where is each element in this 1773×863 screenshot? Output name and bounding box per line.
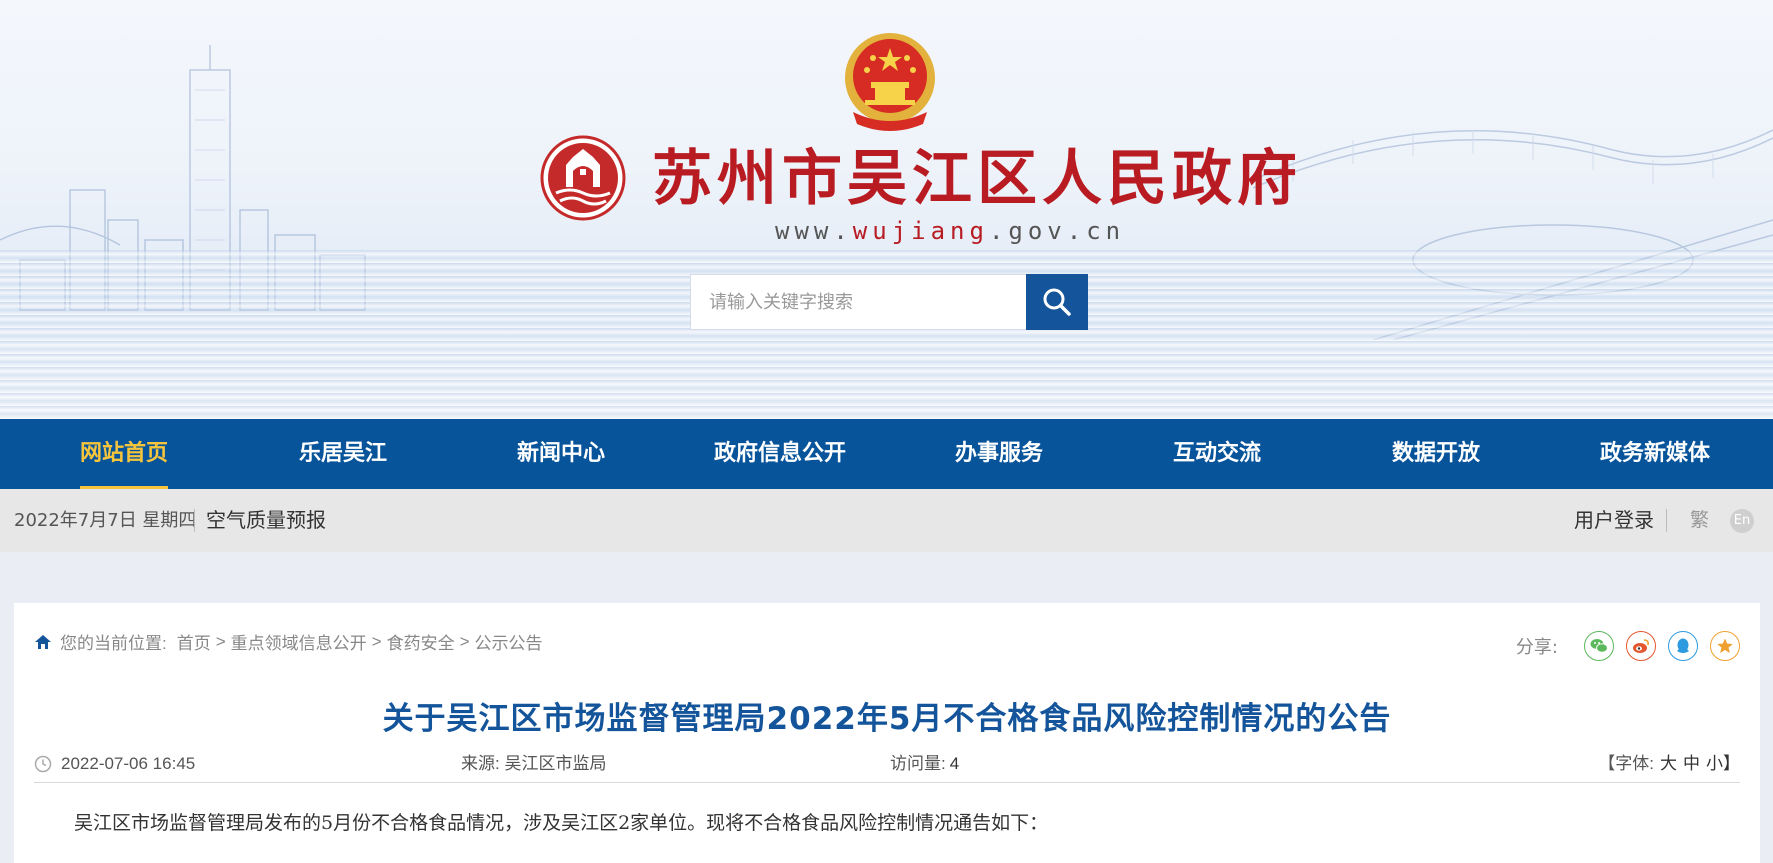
air-quality-link[interactable]: 空气质量预报 bbox=[206, 489, 326, 552]
breadcrumb-key-areas[interactable]: 重点领域信息公开 bbox=[231, 629, 367, 654]
breadcrumb-separator: > bbox=[215, 631, 226, 651]
breadcrumb-announcements[interactable]: 公示公告 bbox=[475, 629, 543, 654]
source-label: 来源: bbox=[461, 754, 500, 773]
nav-item-open-data[interactable]: 数据开放 bbox=[1392, 419, 1480, 489]
article-card: 您的当前位置: 首页 > 重点领域信息公开 > 食药安全 > 公示公告 分享: bbox=[14, 603, 1760, 863]
share-label: 分享: bbox=[1515, 637, 1558, 658]
divider bbox=[194, 509, 195, 532]
article-title: 关于吴江区市场监督管理局2022年5月不合格食品风险控制情况的公告 bbox=[382, 701, 1392, 737]
font-size-large[interactable]: 大 bbox=[1660, 754, 1677, 773]
nav-item-living[interactable]: 乐居吴江 bbox=[299, 419, 387, 489]
share-bar: 分享: bbox=[1516, 631, 1740, 661]
wechat-share-button[interactable] bbox=[1584, 631, 1614, 661]
search-icon bbox=[1043, 288, 1071, 316]
font-size-label: 【字体: bbox=[1598, 754, 1654, 773]
font-size-medium[interactable]: 中 bbox=[1683, 754, 1700, 773]
divider bbox=[1666, 509, 1667, 532]
site-url-prefix: www. bbox=[775, 217, 853, 245]
national-emblem-icon bbox=[845, 33, 935, 131]
source-value: 吴江区市监局 bbox=[504, 754, 607, 773]
header-banner: 苏州市吴江区人民政府 www.wujiang.gov.cn 请输入关键字搜索 bbox=[0, 0, 1773, 419]
breadcrumb-home[interactable]: 首页 bbox=[177, 629, 211, 654]
search-input[interactable]: 请输入关键字搜索 bbox=[690, 274, 1027, 330]
favorite-share-button[interactable] bbox=[1710, 631, 1740, 661]
nav-item-news[interactable]: 新闻中心 bbox=[517, 419, 605, 489]
clock-icon bbox=[34, 755, 52, 773]
info-bar: 2022年7月7日 星期四 空气质量预报 用户登录 繁 En bbox=[0, 489, 1773, 552]
article-meta: 2022-07-06 16:45 来源: 吴江区市监局 访问量: 4 【字体: 大中… bbox=[34, 746, 1740, 783]
nav-item-new-media[interactable]: 政务新媒体 bbox=[1600, 419, 1710, 489]
publish-time: 2022-07-06 16:45 bbox=[34, 746, 195, 782]
visits-value: 4 bbox=[949, 754, 960, 773]
wechat-icon bbox=[1590, 639, 1608, 653]
breadcrumb-label: 您的当前位置: bbox=[60, 634, 167, 653]
site-title: 苏州市吴江区人民政府 bbox=[652, 144, 1302, 214]
main-nav: 网站首页 乐居吴江 新闻中心 政府信息公开 办事服务 互动交流 数据开放 政务新… bbox=[0, 419, 1773, 489]
article-source: 来源: 吴江区市监局 bbox=[461, 746, 606, 782]
home-icon bbox=[35, 634, 51, 649]
user-login-link[interactable]: 用户登录 bbox=[1574, 489, 1654, 552]
nav-item-home[interactable]: 网站首页 bbox=[79, 419, 169, 489]
article-paragraph: 吴江区市场监督管理局发布的5月份不合格食品情况，涉及吴江区2家单位。现将不合格食… bbox=[74, 812, 1049, 834]
qq-icon bbox=[1677, 638, 1689, 653]
current-date: 2022年7月7日 星期四 bbox=[14, 510, 197, 531]
breadcrumb-separator: > bbox=[371, 631, 382, 651]
nav-item-interaction[interactable]: 互动交流 bbox=[1173, 419, 1261, 489]
breadcrumb: 您的当前位置: 首页 > 重点领域信息公开 > 食药安全 > 公示公告 bbox=[34, 629, 543, 654]
site-url-highlight: wujiang bbox=[852, 217, 989, 245]
font-size-small[interactable]: 小】 bbox=[1706, 754, 1740, 773]
qq-share-button[interactable] bbox=[1668, 631, 1698, 661]
nav-item-gov-info[interactable]: 政府信息公开 bbox=[714, 419, 846, 489]
weibo-icon bbox=[1633, 639, 1649, 653]
favorite-icon bbox=[1717, 638, 1733, 653]
visit-count: 访问量: 4 bbox=[890, 746, 959, 782]
english-toggle[interactable]: En bbox=[1730, 509, 1754, 533]
site-url-suffix: .gov.cn bbox=[988, 217, 1126, 245]
wujiang-logo-icon bbox=[540, 135, 626, 221]
weibo-share-button[interactable] bbox=[1626, 631, 1656, 661]
site-url: www.wujiang.gov.cn bbox=[775, 216, 1125, 246]
publish-datetime: 2022-07-06 16:45 bbox=[61, 754, 196, 773]
nav-item-services[interactable]: 办事服务 bbox=[955, 419, 1043, 489]
breadcrumb-food-drug-safety[interactable]: 食药安全 bbox=[387, 629, 455, 654]
traditional-chinese-toggle[interactable]: 繁 bbox=[1690, 489, 1709, 552]
font-size-switcher: 【字体: 大中小】 bbox=[1598, 746, 1740, 782]
breadcrumb-separator: > bbox=[459, 631, 470, 651]
search-button[interactable] bbox=[1026, 274, 1088, 330]
visits-label: 访问量: bbox=[890, 754, 946, 773]
